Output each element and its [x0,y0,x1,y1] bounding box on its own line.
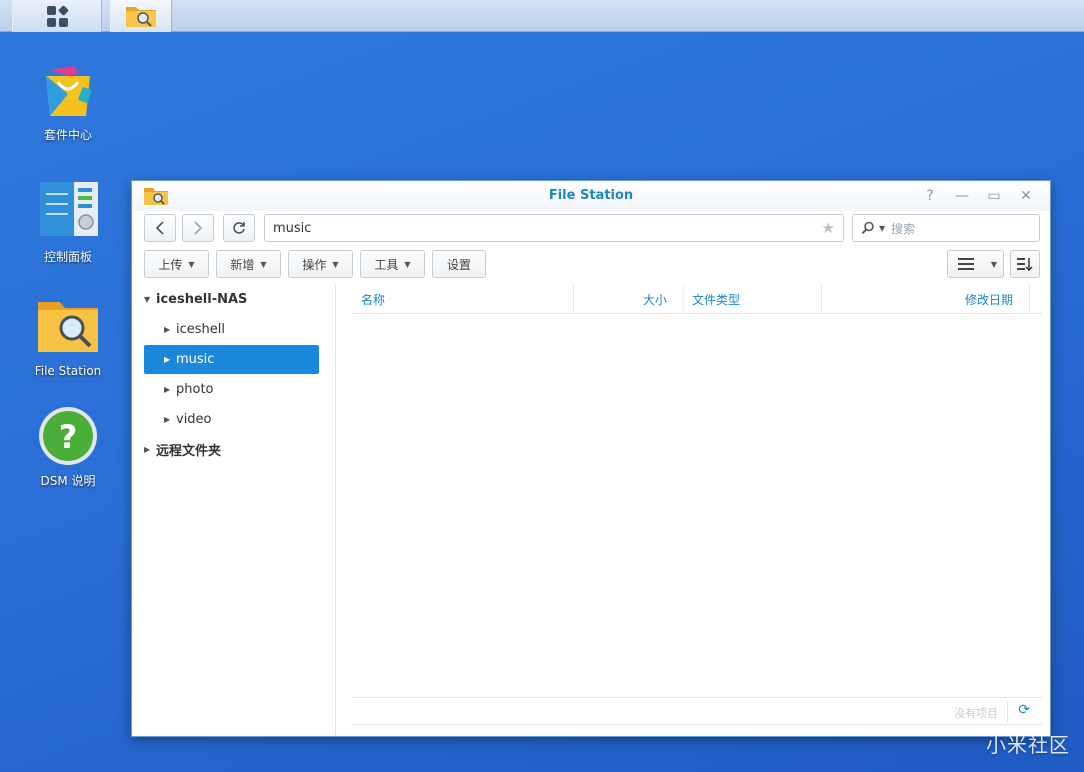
status-text: 没有项目 [954,707,998,720]
column-name[interactable]: 名称 [352,285,574,314]
tree-root-label: iceshell-NAS [156,292,248,307]
refresh-icon[interactable]: ⟳ [1018,702,1030,718]
address-value: music [273,220,312,236]
tree-item-photo[interactable]: ▶ photo [144,375,319,404]
desktop-icon-label: 套件中心 [43,128,92,142]
action-label: 操作 [302,257,327,272]
column-size[interactable]: 大小 [574,285,684,314]
desktop-icon-label: 控制面板 [43,250,92,264]
tree-remote-label: 远程文件夹 [156,444,222,459]
chevron-down-icon[interactable]: ▼ [879,224,885,233]
caret-right-icon[interactable]: ▶ [164,325,176,334]
desktop-icon-dsm-help[interactable]: ? DSM 说明 [20,404,116,489]
upload-label: 上传 [158,257,183,272]
package-center-icon [46,66,92,116]
caret-right-icon[interactable]: ▶ [164,385,176,394]
tree-item-label: iceshell [176,322,225,337]
tree-item-label: video [176,412,212,427]
main-menu-button[interactable] [12,0,102,32]
refresh-icon [233,222,245,234]
back-button[interactable] [144,214,176,242]
caret-down-icon[interactable]: ▼ [144,295,156,304]
file-station-folder-icon [126,7,156,27]
folder-tree: ▼ iceshell-NAS ▶ iceshell ▶ music ▶ phot… [132,285,336,736]
search-input[interactable]: ▼ 搜索 [852,214,1040,242]
caret-right-icon[interactable]: ▶ [164,355,176,364]
desktop-icon-file-station[interactable]: File Station [20,296,116,378]
sort-icon [1017,258,1033,271]
upload-button[interactable]: 上传 ▼ [144,250,209,278]
search-icon [861,221,874,235]
navigation-bar: music ★ ▼ 搜索 [144,214,1040,242]
view-mode-button[interactable]: ▼ [947,250,1004,278]
control-panel-icon [40,182,98,236]
minimize-icon[interactable]: — [952,186,972,206]
taskbar [0,0,1084,32]
tree-item-label: photo [176,382,214,397]
column-type[interactable]: 文件类型 [684,285,822,314]
settings-button[interactable]: 设置 [432,250,486,278]
create-button[interactable]: 新增 ▼ [216,250,281,278]
column-type-label: 文件类型 [692,293,741,307]
tree-item-music[interactable]: ▶ music [144,345,319,374]
watermark: 小米社区 [986,733,1070,757]
maximize-icon[interactable]: ▭ [984,186,1004,206]
chevron-down-icon: ▼ [332,259,339,269]
desktop-icon-control-panel[interactable]: 控制面板 [20,180,116,265]
column-name-label: 名称 [361,293,386,307]
window-title: File Station [548,188,634,203]
column-modified[interactable]: 修改日期 [822,285,1030,314]
chevron-down-icon: ▼ [404,259,411,269]
file-station-window: File Station ? — ▭ ✕ music ★ ▼ 搜索 上传 ▼ 新… [131,180,1051,737]
forward-button[interactable] [182,214,214,242]
action-toolbar: 上传 ▼ 新增 ▼ 操作 ▼ 工具 ▼ 设置 ▼ [144,250,1040,278]
star-icon[interactable]: ★ [822,219,835,237]
create-label: 新增 [230,257,255,272]
chevron-left-icon [155,221,164,235]
help-icon: ? [39,407,97,465]
svg-text:?: ? [59,418,78,456]
desktop-icon-package-center[interactable]: 套件中心 [20,58,116,143]
address-bar[interactable]: music ★ [264,214,844,242]
tools-label: 工具 [374,257,399,272]
chevron-right-icon [194,221,203,235]
column-modified-label: 修改日期 [964,293,1013,307]
desktop-icon-label: DSM 说明 [40,474,96,488]
chevron-down-icon: ▼ [188,259,195,269]
sort-button[interactable] [1010,250,1040,278]
action-button[interactable]: 操作 ▼ [288,250,353,278]
desktop-icon-label: File Station [34,364,102,378]
file-station-folder-icon [38,302,98,352]
tools-button[interactable]: 工具 ▼ [360,250,425,278]
settings-label: 设置 [446,257,471,272]
tree-root-nas[interactable]: ▼ iceshell-NAS [144,285,319,314]
tree-item-video[interactable]: ▶ video [144,405,319,434]
taskbar-file-station-button[interactable] [110,0,172,32]
status-bar: 没有项目 ⟳ [352,697,1042,725]
help-icon[interactable]: ? [920,186,940,206]
column-size-label: 大小 [642,293,667,307]
grid-icon [46,4,69,27]
search-placeholder: 搜索 [891,221,916,236]
divider [1007,702,1008,722]
refresh-button[interactable] [223,214,255,242]
tree-remote-folder[interactable]: ▶ 远程文件夹 [144,435,319,464]
chevron-down-icon[interactable]: ▼ [991,260,997,269]
chevron-down-icon: ▼ [260,259,267,269]
tree-item-iceshell[interactable]: ▶ iceshell [144,315,319,344]
file-list-header: 名称 大小 文件类型 修改日期 [352,285,1042,314]
list-view-icon [958,258,974,270]
close-icon[interactable]: ✕ [1016,186,1036,206]
caret-right-icon[interactable]: ▶ [144,445,156,454]
tree-item-label: music [176,352,215,367]
window-titlebar[interactable]: File Station ? — ▭ ✕ [132,181,1050,211]
caret-right-icon[interactable]: ▶ [164,415,176,424]
